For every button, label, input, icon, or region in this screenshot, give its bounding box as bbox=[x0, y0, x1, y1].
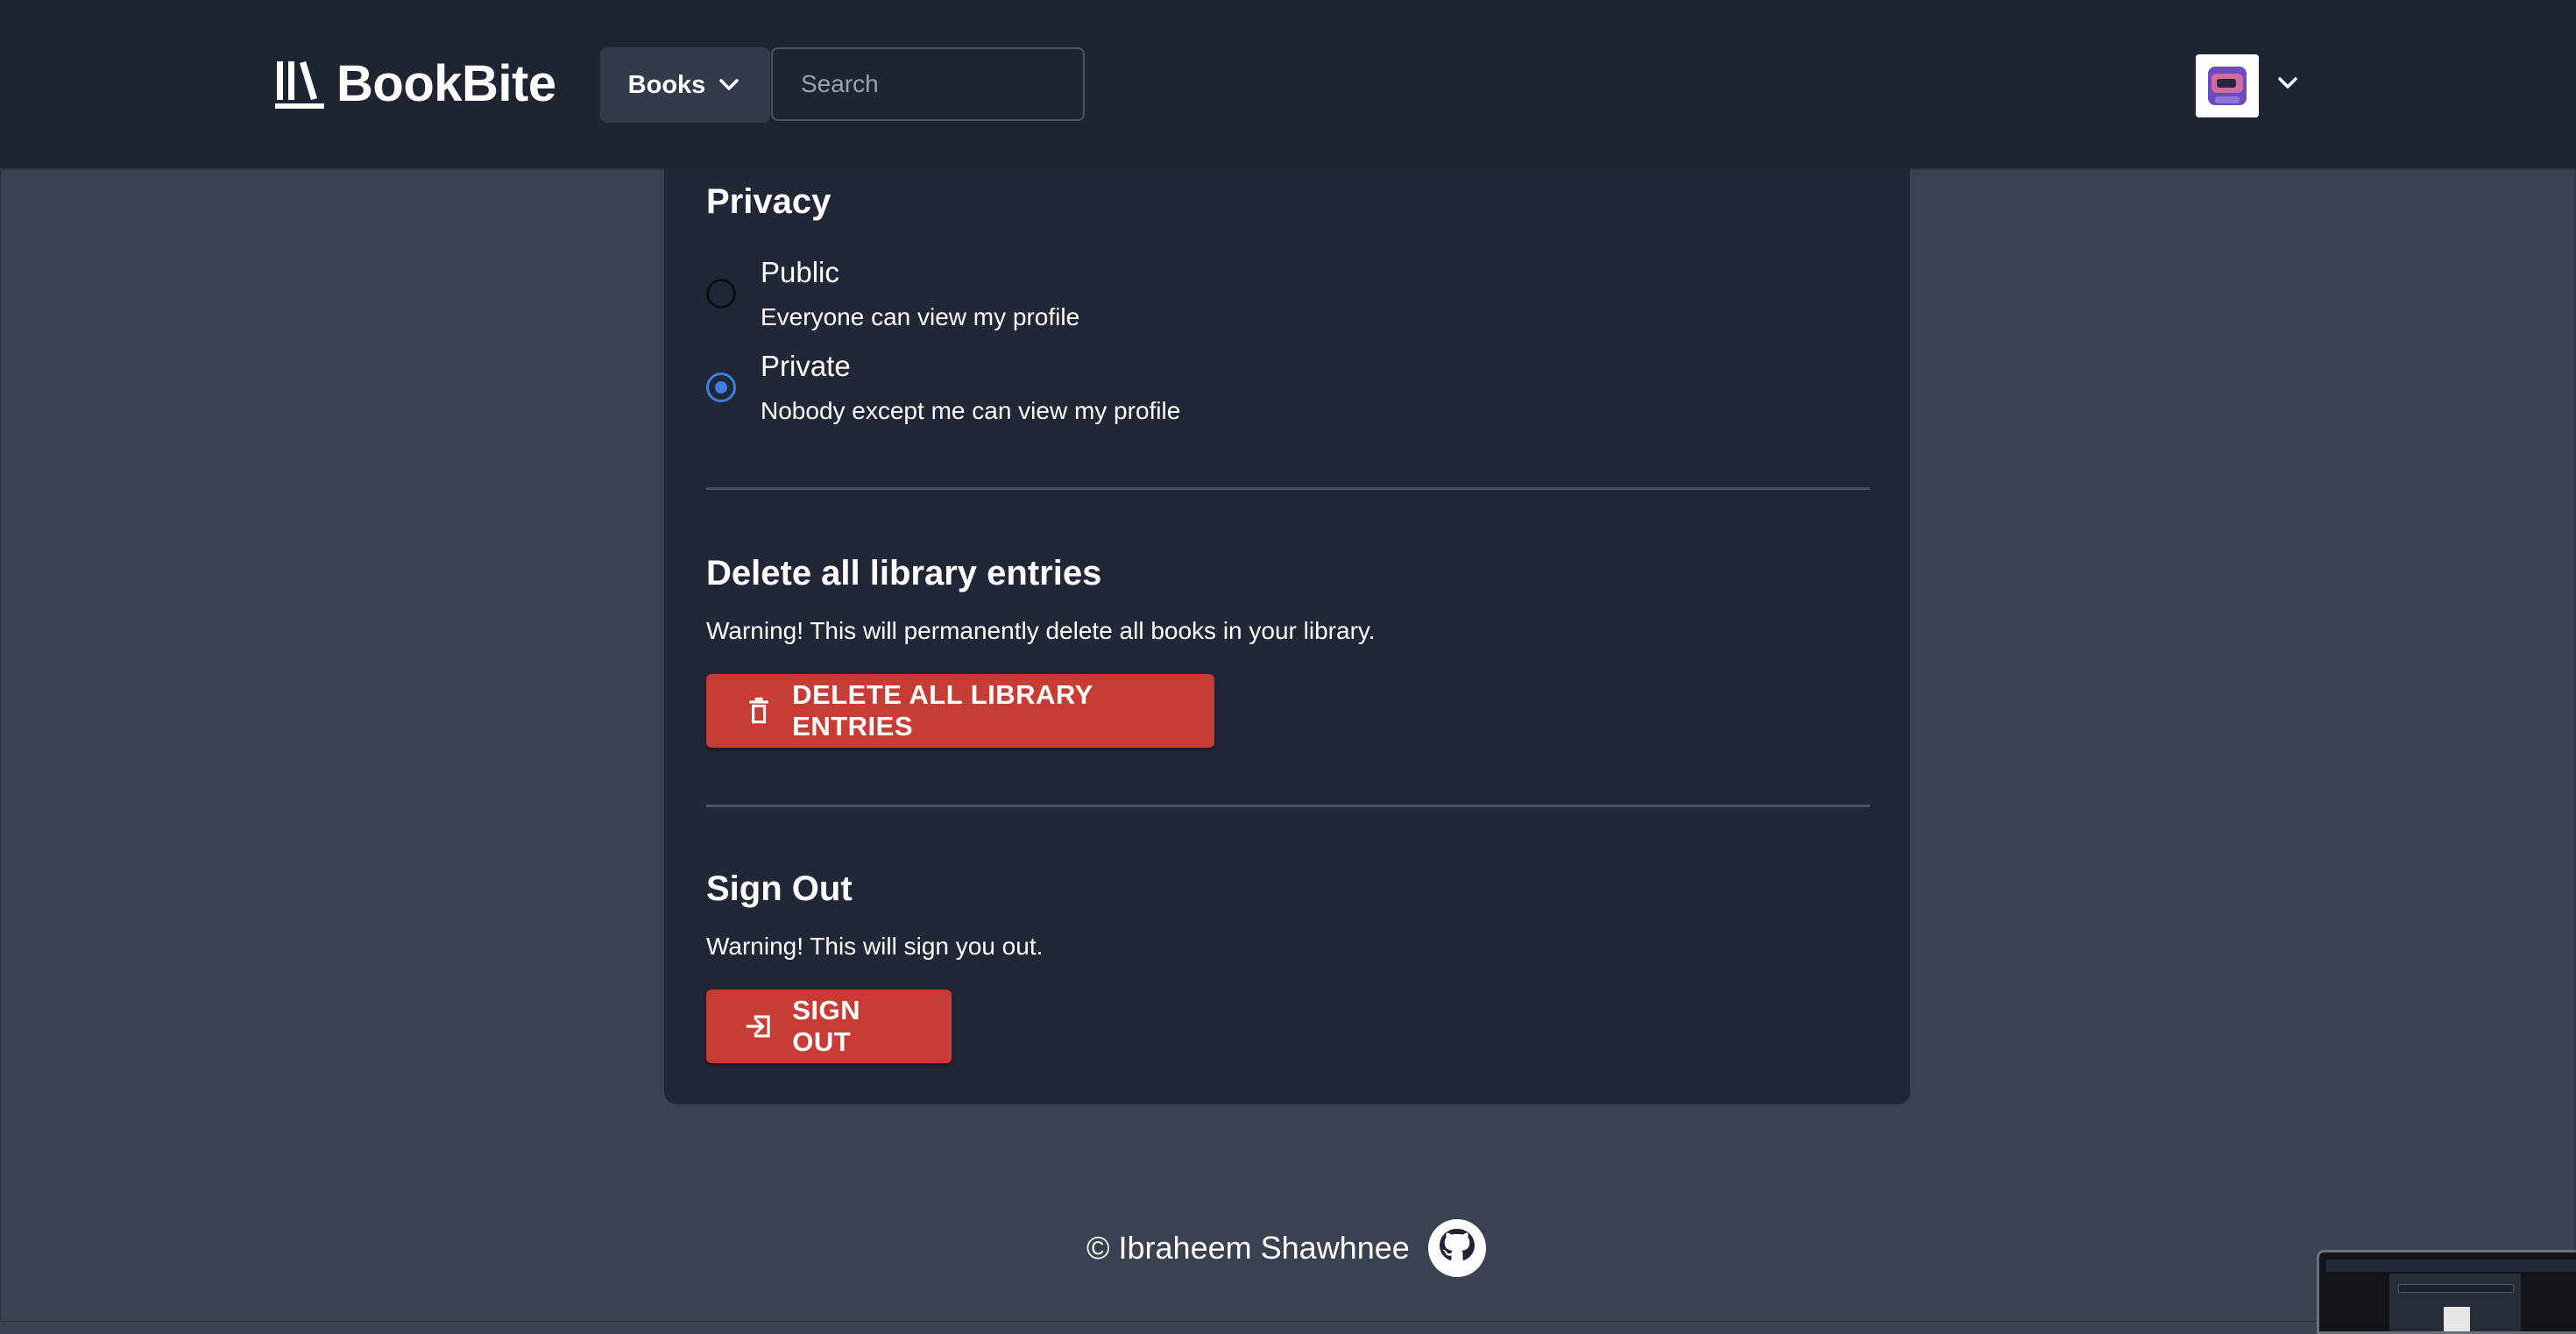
delete-warning: Warning! This will permanently delete al… bbox=[706, 617, 1376, 644]
logout-icon bbox=[746, 1015, 770, 1038]
delete-section-title: Delete all library entries bbox=[706, 554, 1102, 592]
books-menu-button[interactable]: Books bbox=[600, 47, 770, 123]
settings-card: Privacy Public Everyone can view my prof… bbox=[664, 168, 1910, 1104]
signout-section-title: Sign Out bbox=[706, 869, 853, 908]
avatar-image bbox=[2196, 54, 2259, 117]
delete-all-entries-label: DELETE ALL LIBRARY ENTRIES bbox=[792, 679, 1093, 742]
delete-all-entries-button[interactable]: DELETE ALL LIBRARY ENTRIES bbox=[706, 674, 1214, 748]
divider bbox=[706, 805, 1870, 807]
radio-description-private: Nobody except me can view my profile bbox=[761, 397, 1181, 424]
brand-name: BookBite bbox=[336, 54, 556, 112]
thumbnail-image bbox=[2444, 1307, 2470, 1331]
footer: © Ibraheem Shawhnee bbox=[1086, 1217, 1487, 1280]
brand-logo[interactable]: BookBite bbox=[273, 53, 556, 114]
radio-label-private: Private bbox=[761, 350, 851, 382]
trash-icon bbox=[749, 697, 768, 724]
radio-label-public: Public bbox=[761, 256, 839, 288]
radio-description-public: Everyone can view my profile bbox=[761, 303, 1080, 330]
chevron-down-icon bbox=[719, 79, 740, 90]
divider bbox=[706, 487, 1870, 490]
avatar[interactable] bbox=[2196, 54, 2259, 117]
sign-out-label: SIGN OUT bbox=[792, 995, 861, 1057]
copyright-text: © Ibraheem Shawhnee bbox=[1086, 1230, 1410, 1266]
thumbnail-field bbox=[2398, 1284, 2514, 1293]
books-menu-label: Books bbox=[627, 70, 706, 99]
thumbnail-header bbox=[2326, 1259, 2576, 1272]
top-nav: BookBite Books bbox=[0, 0, 2576, 170]
sign-out-button[interactable]: SIGN OUT bbox=[706, 990, 952, 1063]
library-icon bbox=[275, 61, 324, 109]
signout-warning: Warning! This will sign you out. bbox=[706, 933, 1044, 960]
github-icon[interactable] bbox=[1427, 1218, 1487, 1278]
radio-public[interactable] bbox=[706, 279, 736, 309]
chevron-down-icon[interactable] bbox=[2275, 70, 2301, 96]
search-input[interactable] bbox=[771, 47, 1085, 121]
privacy-title: Privacy bbox=[706, 182, 832, 221]
radio-private[interactable] bbox=[706, 373, 736, 402]
